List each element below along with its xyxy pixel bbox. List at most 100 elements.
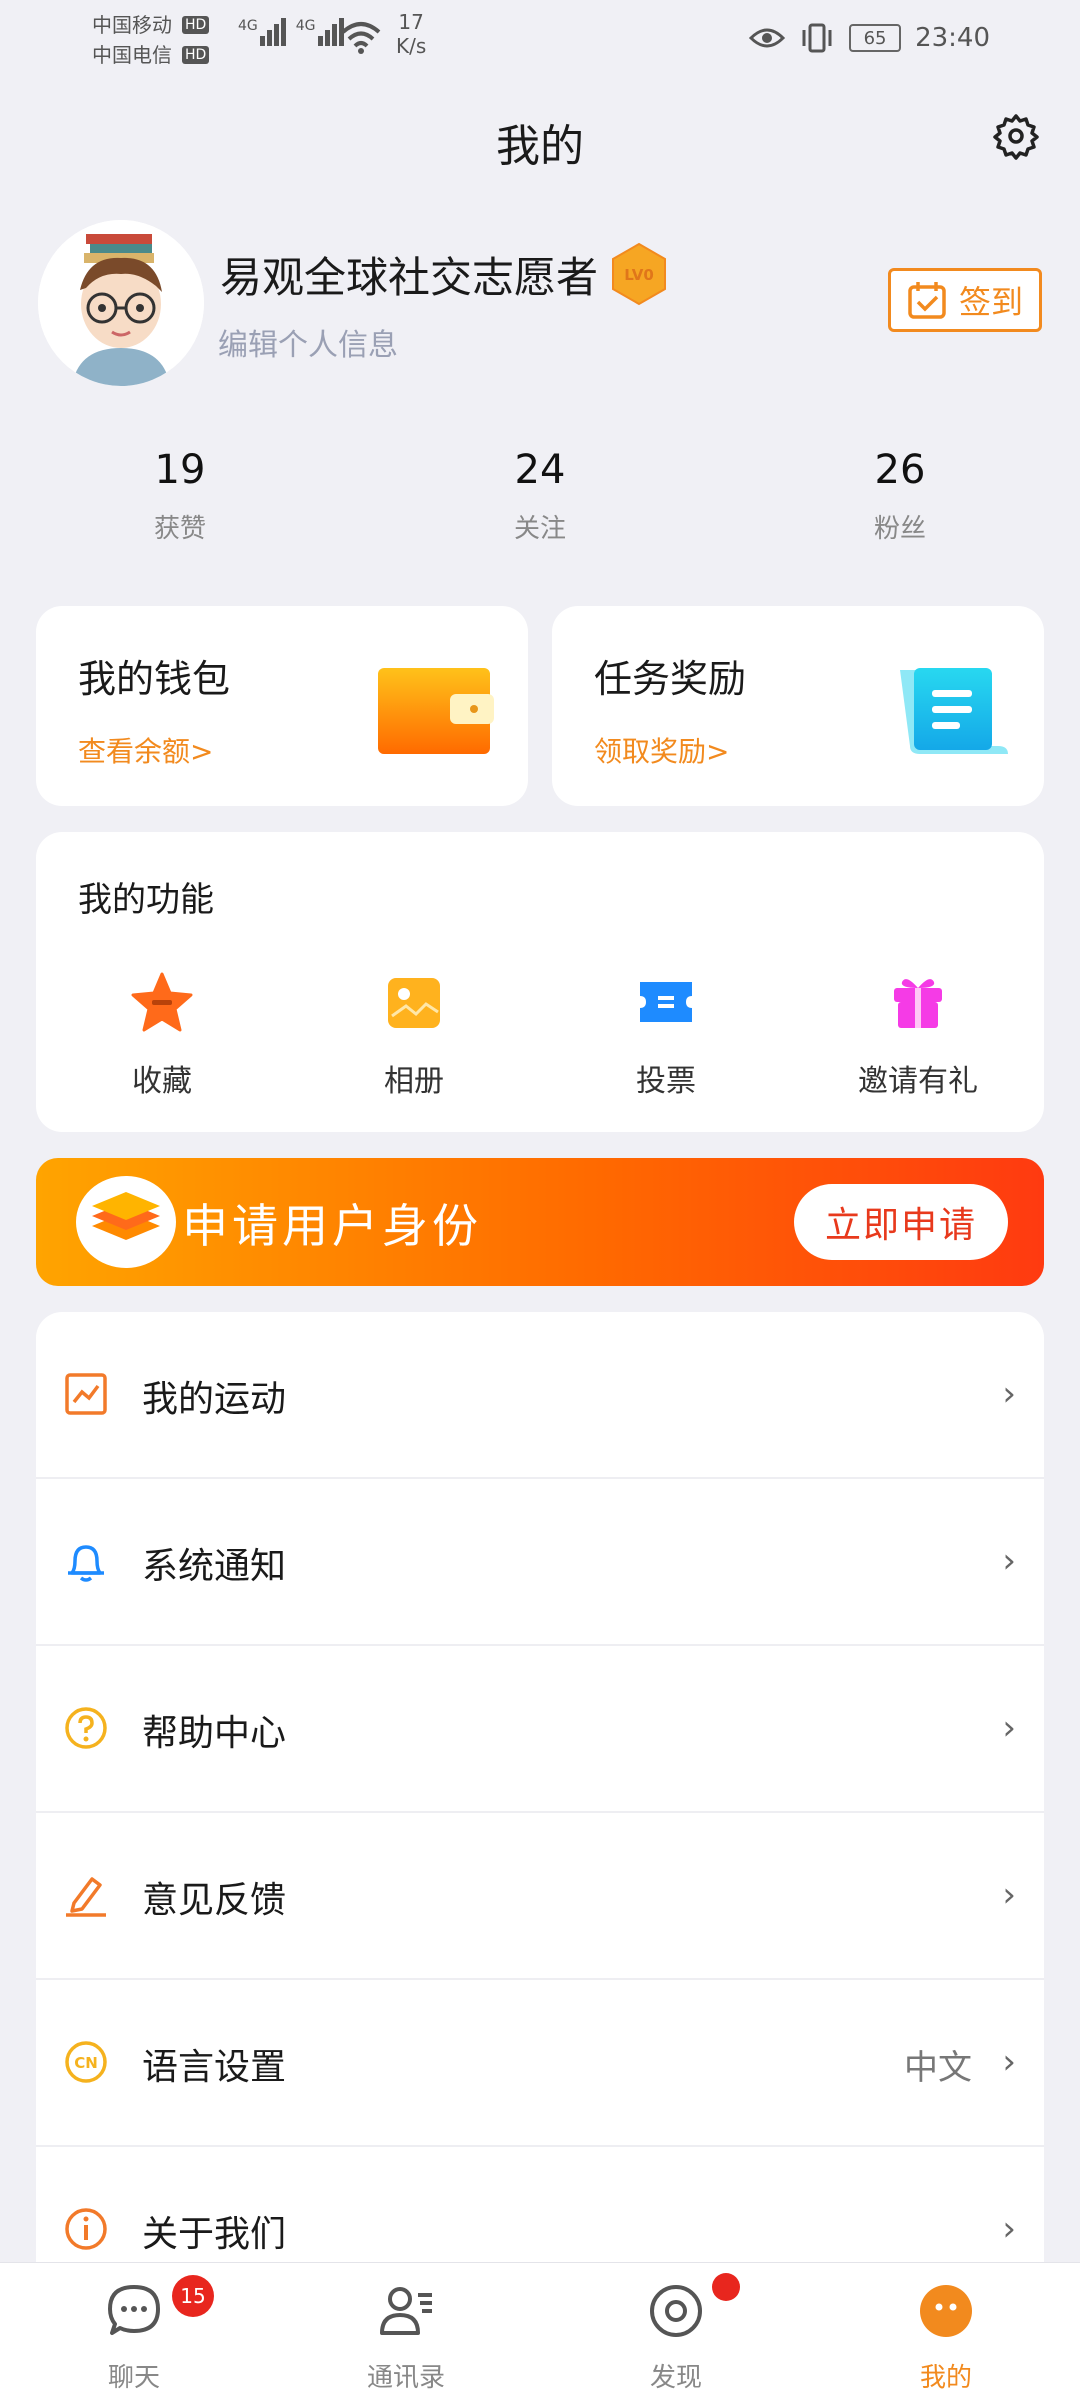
username-text: 易观全球社交志愿者	[220, 252, 599, 302]
edit-profile-link[interactable]: 编辑个人信息	[218, 320, 398, 364]
functions-card: 我的功能 收藏 相册 投票 邀请有礼	[36, 832, 1044, 1132]
gift-icon	[894, 979, 942, 1028]
page-title: 我的	[496, 121, 584, 172]
ticket-icon	[640, 982, 692, 1022]
menu-item-feedback[interactable]: 意见反馈 ›	[36, 1813, 1044, 1980]
menu-label: 我的运动	[142, 1379, 287, 1420]
apply-now-button[interactable]: 立即申请	[794, 1184, 1008, 1260]
nav-label: 通讯录	[366, 2363, 445, 2393]
nav-contacts[interactable]: 通讯录	[326, 2281, 486, 2394]
wallet-title: 我的钱包	[78, 657, 231, 701]
function-album[interactable]: 相册	[314, 970, 514, 1100]
username: 易观全球社交志愿者 LV0	[220, 242, 668, 306]
chevron-right-icon: ›	[1002, 1875, 1016, 1915]
menu-item-language[interactable]: CN 语言设置 中文 ›	[36, 1980, 1044, 2147]
function-vote[interactable]: 投票	[566, 970, 766, 1100]
status-bar: 中国移动 HD 中国电信 HD 4G 4G 17 K/s 65 23:40	[0, 0, 1080, 80]
net-speed-unit: K/s	[396, 34, 427, 58]
nav-chat[interactable]: 聊天 15	[54, 2275, 214, 2394]
nav-label: 我的	[919, 2363, 972, 2393]
function-favorites[interactable]: 收藏	[62, 970, 262, 1100]
stat-followers[interactable]: 26 粉丝	[800, 440, 1000, 545]
nav-label: 发现	[649, 2363, 702, 2393]
apply-identity-banner[interactable]: 申请用户身份 立即申请	[36, 1158, 1044, 1286]
nav-me[interactable]: 我的	[866, 2281, 1026, 2394]
task-reward-card[interactable]: 任务奖励 领取奖励>	[552, 606, 1044, 806]
function-label: 投票	[636, 1064, 696, 1099]
battery-icon: 65	[849, 24, 902, 52]
layers-icon	[76, 1176, 176, 1268]
level-text: LV0	[624, 266, 654, 284]
nav-discover[interactable]: 发现	[596, 2273, 756, 2394]
chevron-right-icon: ›	[1002, 1374, 1016, 1414]
chevron-right-icon: ›	[1002, 1541, 1016, 1581]
network-type: 4G	[295, 18, 316, 34]
net-speed-value: 17	[398, 10, 424, 34]
vibrate-icon	[802, 23, 832, 53]
gear-icon[interactable]	[992, 112, 1040, 160]
stat-value: 19	[154, 447, 206, 493]
stat-value: 24	[514, 447, 566, 493]
status-right: 65 23:40	[749, 22, 990, 54]
stat-label: 粉丝	[873, 514, 926, 544]
avatar-image	[38, 220, 204, 386]
menu-label: 关于我们	[142, 2214, 287, 2255]
chat-icon	[108, 2285, 160, 2335]
header: 我的	[0, 96, 1080, 176]
menu-item-notifications[interactable]: 系统通知 ›	[36, 1479, 1044, 1646]
stat-following[interactable]: 24 关注	[440, 440, 640, 545]
me-icon	[920, 2285, 972, 2337]
contacts-icon	[380, 2287, 432, 2335]
task-title: 任务奖励	[594, 657, 747, 701]
nav-label: 聊天	[107, 2363, 160, 2393]
stat-label: 获赞	[153, 514, 206, 544]
new-dot-badge	[712, 2273, 740, 2301]
image-icon	[388, 978, 440, 1028]
scroll-icon	[900, 668, 1008, 754]
svg-text:CN: CN	[74, 2054, 98, 2072]
chevron-right-icon: ›	[1002, 2209, 1016, 2249]
wallet-icon	[378, 668, 494, 754]
functions-title: 我的功能	[78, 880, 214, 920]
menu-list: 我的运动 › 系统通知 › 帮助中心 › 意见反馈 › CN 语言设置 中文 ›…	[36, 1312, 1044, 2272]
stat-label: 关注	[513, 514, 566, 544]
status-time: 23:40	[915, 23, 990, 53]
carrier-1: 中国移动	[92, 13, 172, 37]
stats-row: 19 获赞 24 关注 26 粉丝	[0, 440, 1080, 560]
cn-icon: CN	[65, 2041, 107, 2083]
function-invite[interactable]: 邀请有礼	[818, 970, 1018, 1100]
calendar-check-icon	[908, 282, 946, 319]
wallet-balance-link[interactable]: 查看余额>	[78, 730, 213, 770]
task-claim-link[interactable]: 领取奖励>	[594, 730, 729, 770]
info-icon	[65, 2208, 107, 2250]
star-icon	[131, 972, 193, 1032]
menu-item-my-sports[interactable]: 我的运动 ›	[36, 1312, 1044, 1479]
profile-section: 易观全球社交志愿者 LV0 编辑个人信息 签到	[0, 212, 1080, 392]
discover-icon	[650, 2285, 702, 2337]
function-label: 相册	[384, 1064, 444, 1099]
function-label: 收藏	[132, 1064, 192, 1099]
chevron-right-icon: ›	[1002, 2042, 1016, 2082]
checkin-button[interactable]: 签到	[888, 268, 1042, 332]
menu-item-help-center[interactable]: 帮助中心 ›	[36, 1646, 1044, 1813]
stat-value: 26	[874, 447, 926, 493]
signal-icon: 4G 4G	[238, 18, 344, 46]
net-speed: 17 K/s	[396, 10, 426, 58]
carrier-info: 中国移动 HD 中国电信 HD	[92, 10, 210, 70]
pen-icon	[66, 1877, 106, 1917]
stat-likes[interactable]: 19 获赞	[80, 440, 280, 545]
avatar[interactable]	[38, 220, 204, 386]
menu-label: 语言设置	[142, 2047, 287, 2088]
menu-label: 系统通知	[142, 1546, 287, 1587]
menu-label: 意见反馈	[142, 1880, 287, 1921]
checkin-label: 签到	[958, 283, 1023, 321]
bell-icon	[68, 1545, 104, 1582]
hd-badge: HD	[182, 16, 210, 34]
chevron-right-icon: ›	[1002, 1708, 1016, 1748]
wallet-card[interactable]: 我的钱包 查看余额>	[36, 606, 528, 806]
menu-label: 帮助中心	[142, 1713, 287, 1754]
eye-icon	[749, 28, 786, 48]
question-icon	[65, 1707, 107, 1749]
bottom-nav: 聊天 15 通讯录 发现 我的	[0, 2262, 1080, 2400]
unread-badge: 15	[172, 2275, 214, 2317]
